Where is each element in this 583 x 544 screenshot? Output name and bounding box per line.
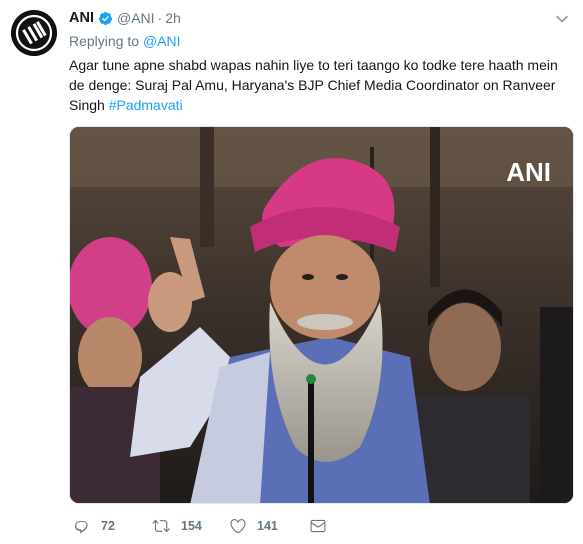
tweet-media-image[interactable]: ANI bbox=[69, 126, 574, 504]
like-count: 141 bbox=[257, 519, 278, 533]
heart-icon bbox=[230, 518, 246, 534]
tweet-card: ANI @ANI · 2h Replying to @ANI Agar tune… bbox=[0, 0, 583, 544]
header-separator: · bbox=[157, 10, 163, 26]
reply-count: 72 bbox=[101, 519, 115, 533]
like-button[interactable]: 141 bbox=[229, 514, 278, 538]
tweet-actions: 72 154 141 bbox=[69, 514, 549, 538]
replying-prefix: Replying to bbox=[69, 33, 140, 49]
hashtag-link[interactable]: #Padmavati bbox=[109, 97, 183, 113]
reply-icon bbox=[75, 521, 88, 534]
author-name[interactable]: ANI bbox=[69, 10, 94, 26]
replying-to: Replying to @ANI bbox=[69, 33, 181, 49]
ani-logo bbox=[11, 10, 57, 56]
retweet-icon bbox=[152, 519, 170, 533]
tweet-timestamp[interactable]: 2h bbox=[165, 10, 181, 26]
reply-mention-link[interactable]: @ANI bbox=[143, 33, 181, 49]
tweet-header: ANI @ANI · 2h bbox=[69, 8, 181, 28]
media-photo bbox=[70, 127, 573, 503]
envelope-icon bbox=[310, 519, 326, 533]
chevron-down-icon[interactable] bbox=[555, 12, 569, 26]
author-handle[interactable]: @ANI bbox=[117, 10, 155, 26]
avatar[interactable] bbox=[11, 10, 57, 56]
verified-badge-icon bbox=[98, 11, 113, 26]
direct-message-button[interactable] bbox=[309, 514, 337, 538]
retweet-button[interactable]: 154 bbox=[151, 514, 202, 538]
retweet-count: 154 bbox=[181, 519, 202, 533]
tweet-text: Agar tune apne shabd wapas nahin liye to… bbox=[69, 55, 569, 115]
media-watermark: ANI bbox=[506, 157, 551, 187]
reply-button[interactable]: 72 bbox=[73, 514, 115, 538]
